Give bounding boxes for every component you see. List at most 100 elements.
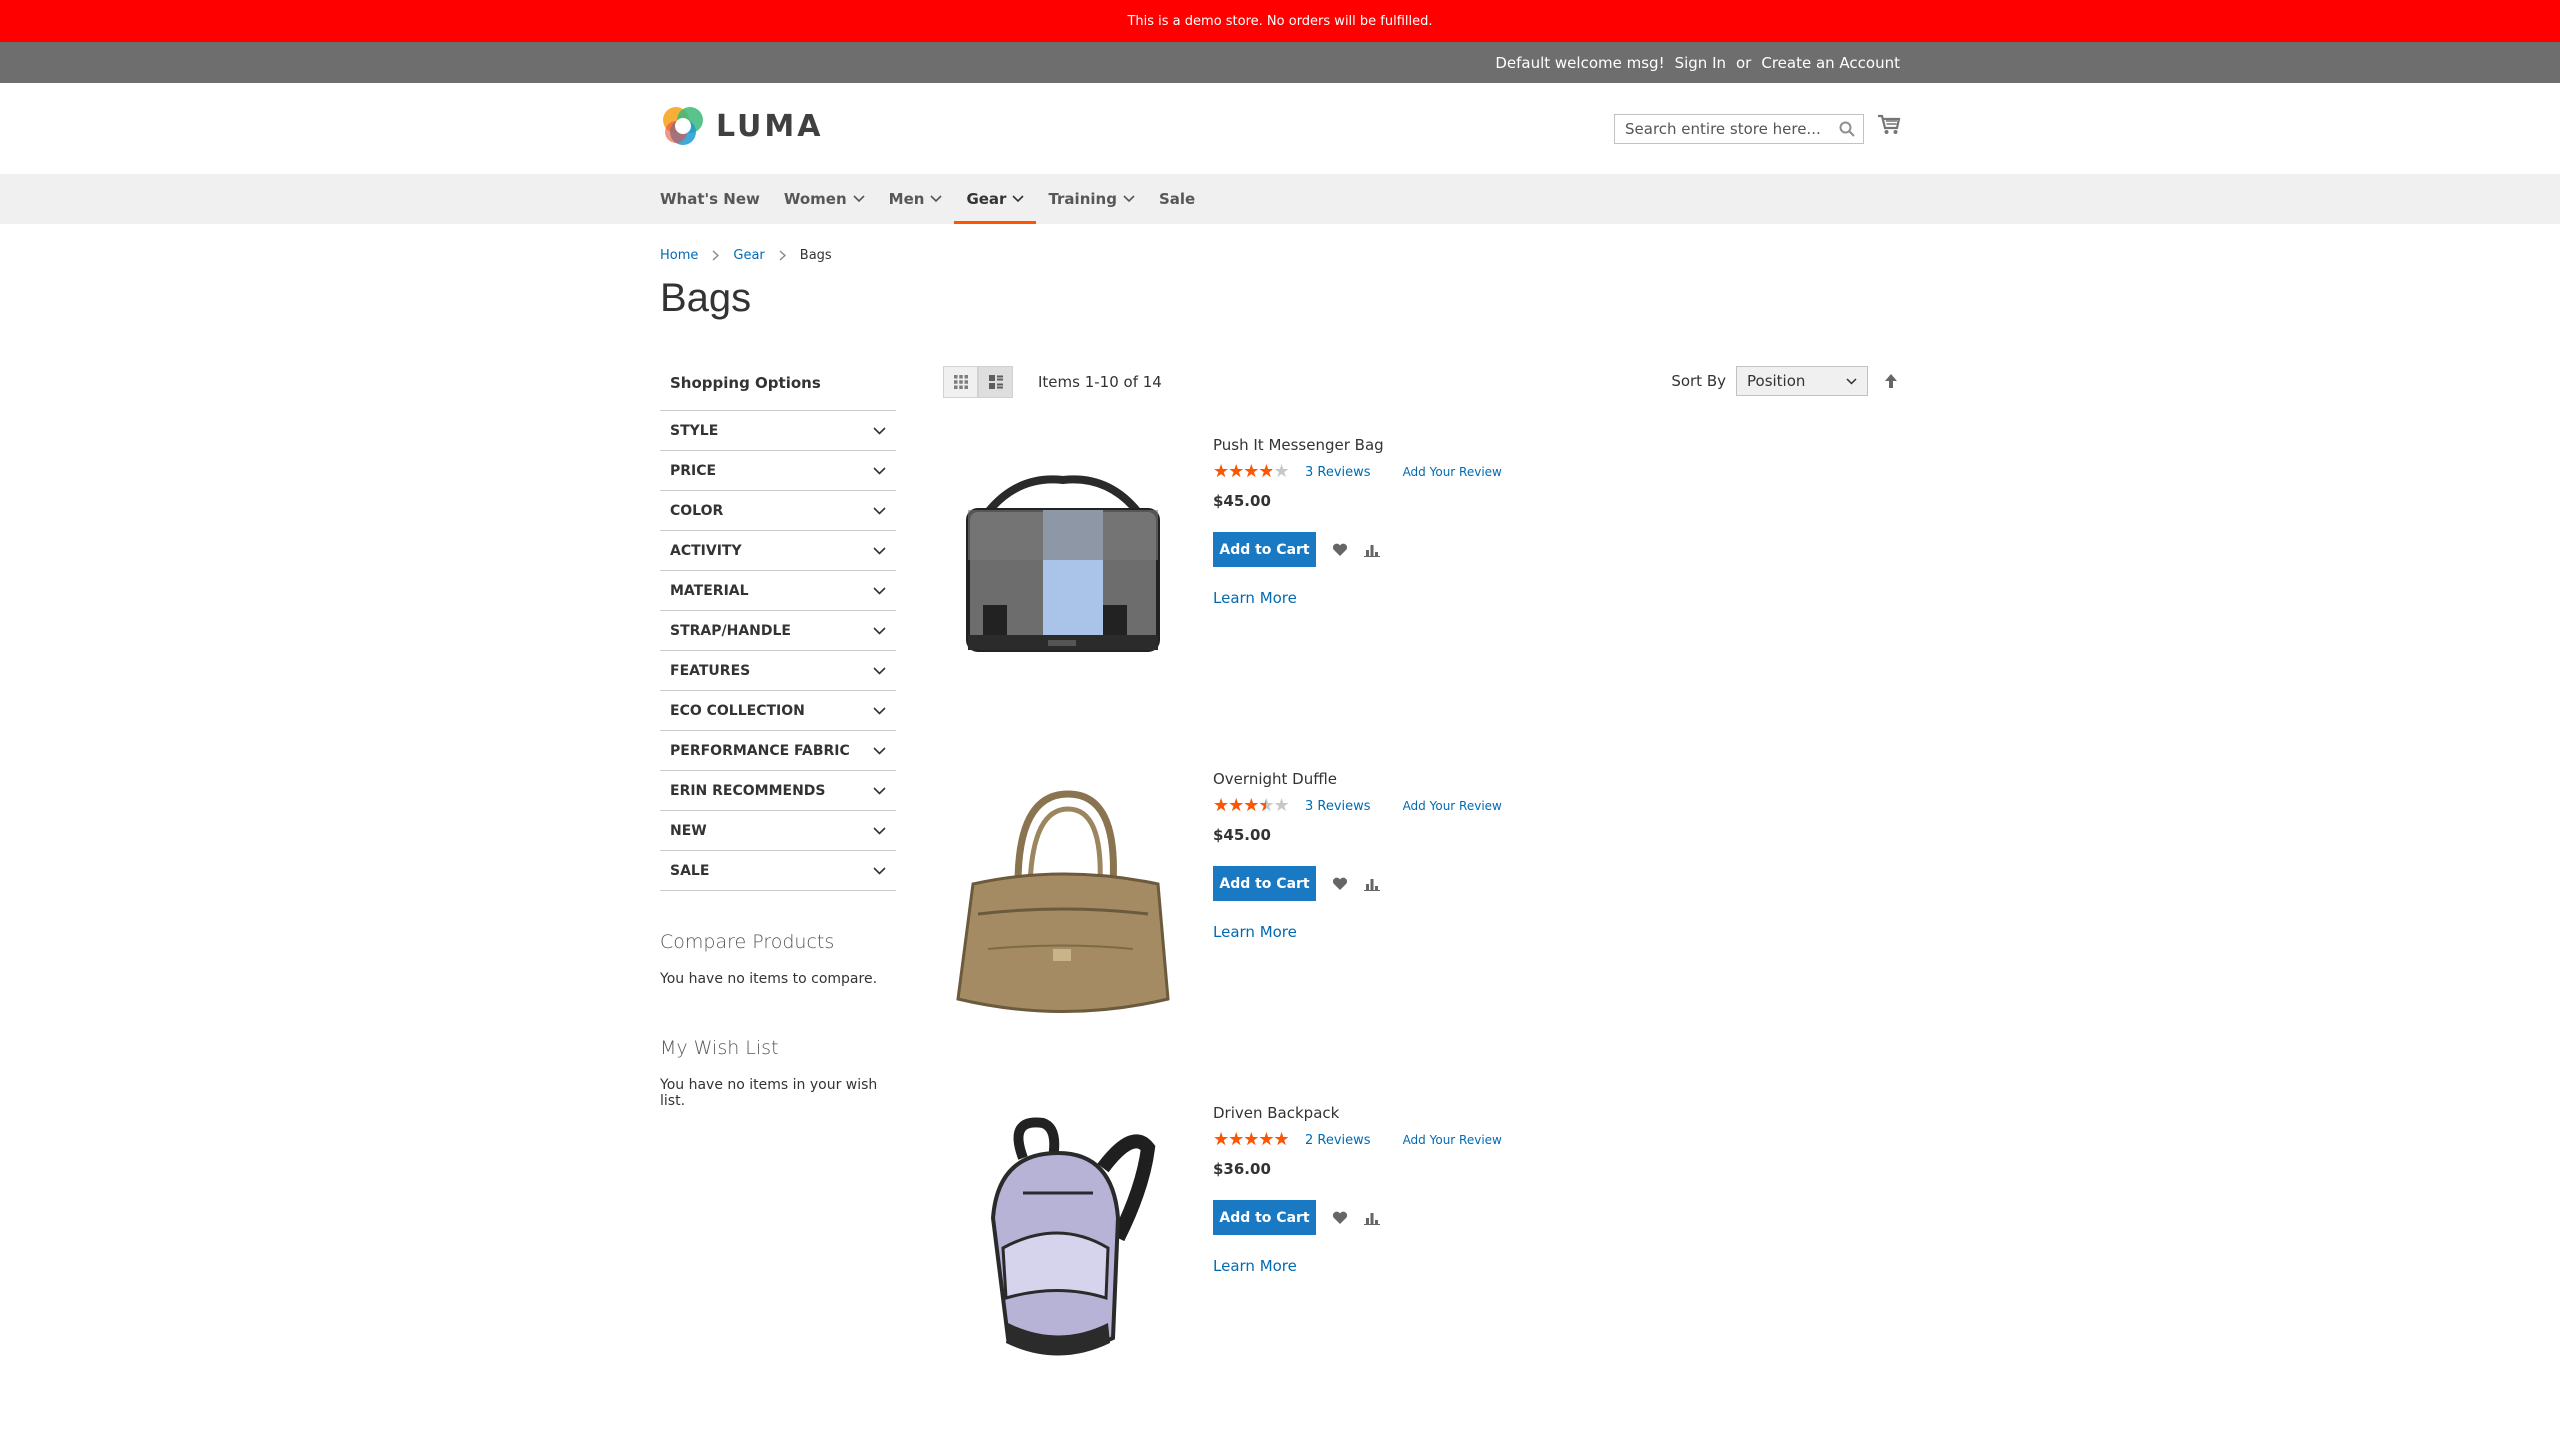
compare-chart-icon[interactable] (1364, 877, 1380, 891)
add-review-link[interactable]: Add Your Review (1403, 1133, 1502, 1147)
filter-sale[interactable]: SALE (660, 851, 896, 891)
search-box (1614, 114, 1864, 144)
product-image-messenger-bag[interactable] (948, 430, 1178, 720)
add-review-link[interactable]: Add Your Review (1403, 799, 1502, 813)
product-info: Driven Backpack ★★★★★ ★★★★★ 2 Reviews Ad… (1213, 1098, 1502, 1275)
filter-label: SALE (670, 862, 710, 879)
chevron-right-icon (779, 250, 786, 261)
chevron-down-icon (873, 826, 886, 835)
wishlist-heart-icon[interactable] (1332, 1211, 1348, 1225)
duffle-bag-image (956, 790, 1170, 1013)
nav-item-training[interactable]: Training (1036, 174, 1146, 224)
product-name-link[interactable]: Overnight Duffle (1213, 770, 1502, 788)
nav-item-label: Women (783, 190, 847, 208)
add-to-cart-button[interactable]: Add to Cart (1213, 532, 1316, 567)
rating-row: ★★★★★ ★★★★★ 2 Reviews Add Your Review (1213, 1129, 1502, 1150)
chevron-down-icon (873, 546, 886, 555)
grid-mode-button[interactable] (943, 366, 978, 398)
filter-label: PRICE (670, 462, 717, 479)
demo-notice-text: This is a demo store. No orders will be … (1127, 13, 1433, 29)
compare-chart-icon[interactable] (1364, 1211, 1380, 1225)
list-icon (988, 375, 1003, 389)
product-name-link[interactable]: Driven Backpack (1213, 1104, 1502, 1122)
filter-features[interactable]: FEATURES (660, 651, 896, 691)
chevron-down-icon (873, 666, 886, 675)
sidebar: Shopping Options STYLE PRICE COLOR ACTIV… (660, 366, 896, 1109)
sign-in-link[interactable]: Sign In (1675, 54, 1726, 72)
panel-header: Default welcome msg! Sign In or Create a… (0, 42, 2560, 83)
rating-stars: ★★★★★ ★★★★★ (1213, 461, 1301, 482)
learn-more-link[interactable]: Learn More (1213, 589, 1502, 607)
add-to-cart-button[interactable]: Add to Cart (1213, 866, 1316, 901)
product-actions: Add to Cart (1213, 866, 1502, 901)
wishlist-heart-icon[interactable] (1332, 543, 1348, 557)
logo[interactable]: LUMA (660, 103, 823, 149)
chevron-down-icon (873, 466, 886, 475)
product-image-driven-backpack[interactable] (948, 1098, 1178, 1388)
chevron-down-icon (853, 195, 865, 203)
nav-item-men[interactable]: Men (877, 174, 955, 224)
filter-strap-handle[interactable]: STRAP/HANDLE (660, 611, 896, 651)
product-item: Overnight Duffle ★★★★★ ★★★★★ 3 Reviews A… (943, 764, 1943, 1064)
filter-style[interactable]: STYLE (660, 411, 896, 451)
site-header: LUMA (0, 83, 2560, 174)
shopping-options-title: Shopping Options (660, 366, 896, 411)
sort-by-value: Position (1747, 372, 1806, 390)
sort-by-label: Sort By (1671, 372, 1726, 390)
product-name-link[interactable]: Push It Messenger Bag (1213, 436, 1502, 454)
cart-icon[interactable] (1877, 114, 1901, 136)
rating-stars-filled: ★★★★★ (1213, 461, 1272, 482)
product-item: Push It Messenger Bag ★★★★★ ★★★★★ 3 Revi… (943, 430, 1943, 730)
reviews-link[interactable]: 3 Reviews (1305, 799, 1371, 814)
wishlist-title: My Wish List (660, 1037, 779, 1059)
breadcrumb-gear[interactable]: Gear (733, 248, 764, 263)
filter-label: COLOR (670, 502, 724, 519)
filter-color[interactable]: COLOR (660, 491, 896, 531)
filter-label: FEATURES (670, 662, 751, 679)
create-account-link[interactable]: Create an Account (1761, 54, 1900, 72)
add-review-link[interactable]: Add Your Review (1403, 465, 1502, 479)
nav-items: What's New Women Men Gear Training Sale (660, 174, 1207, 224)
chevron-down-icon (1123, 195, 1135, 203)
list-mode-button[interactable] (978, 366, 1013, 398)
breadcrumb-current: Bags (799, 248, 832, 263)
filter-label: STYLE (670, 422, 719, 439)
filter-price[interactable]: PRICE (660, 451, 896, 491)
breadcrumb-home[interactable]: Home (660, 248, 698, 263)
search-input[interactable] (1623, 115, 1827, 143)
nav-item-whats-new[interactable]: What's New (660, 174, 772, 224)
product-price: $36.00 (1213, 1160, 1271, 1178)
nav-item-gear[interactable]: Gear (954, 174, 1037, 224)
nav-item-label: Training (1048, 190, 1117, 208)
chevron-down-icon (873, 786, 886, 795)
compare-products-title: Compare Products (660, 931, 835, 953)
nav-item-label: Gear (966, 190, 1007, 208)
filter-material[interactable]: MATERIAL (660, 571, 896, 611)
breadcrumb: Home Gear Bags (660, 248, 832, 263)
filter-new[interactable]: NEW (660, 811, 896, 851)
compare-chart-icon[interactable] (1364, 543, 1380, 557)
chevron-down-icon (873, 706, 886, 715)
messenger-bag-image (966, 475, 1160, 652)
reviews-link[interactable]: 2 Reviews (1305, 1133, 1371, 1148)
filter-performance-fabric[interactable]: PERFORMANCE FABRIC (660, 731, 896, 771)
nav-item-women[interactable]: Women (772, 174, 877, 224)
wishlist-heart-icon[interactable] (1332, 877, 1348, 891)
filter-erin-recommends[interactable]: ERIN RECOMMENDS (660, 771, 896, 811)
rating-row: ★★★★★ ★★★★★ 3 Reviews Add Your Review (1213, 461, 1502, 482)
learn-more-link[interactable]: Learn More (1213, 923, 1502, 941)
filter-eco-collection[interactable]: ECO COLLECTION (660, 691, 896, 731)
main-navigation: What's New Women Men Gear Training Sale (0, 174, 2560, 224)
reviews-link[interactable]: 3 Reviews (1305, 465, 1371, 480)
sort-by-select[interactable]: Position (1736, 366, 1868, 396)
product-actions: Add to Cart (1213, 1200, 1502, 1235)
learn-more-link[interactable]: Learn More (1213, 1257, 1502, 1275)
add-to-cart-button[interactable]: Add to Cart (1213, 1200, 1316, 1235)
product-image-overnight-duffle[interactable] (948, 764, 1178, 1054)
sort-direction-arrow-icon[interactable] (1884, 373, 1898, 389)
filter-activity[interactable]: ACTIVITY (660, 531, 896, 571)
search-icon[interactable] (1839, 121, 1855, 137)
nav-item-sale[interactable]: Sale (1147, 174, 1207, 224)
filter-label: ERIN RECOMMENDS (670, 782, 826, 799)
demo-notice-bar: This is a demo store. No orders will be … (0, 0, 2560, 42)
